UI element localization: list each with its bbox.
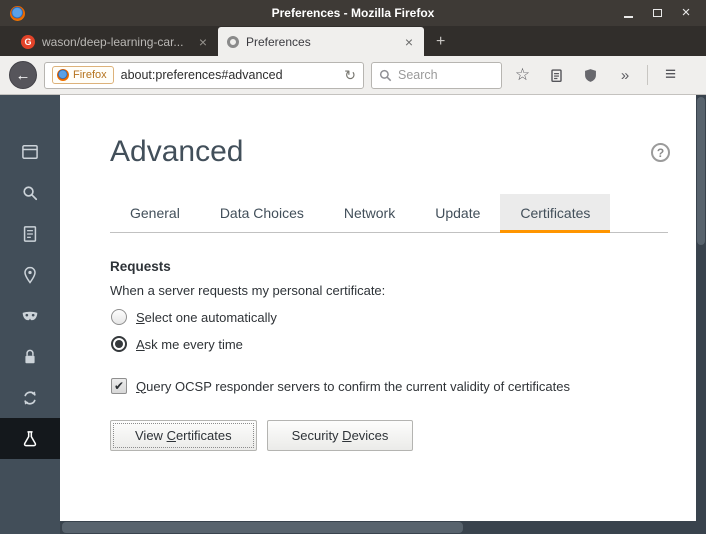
window-titlebar: Preferences - Mozilla Firefox × [0, 0, 706, 26]
preferences-content: Advanced ? General Data Choices Network … [60, 95, 706, 534]
bookmarks-list-icon[interactable] [543, 61, 570, 89]
page-title: Advanced [110, 135, 244, 168]
reload-icon[interactable]: ↻ [344, 67, 356, 84]
tab-data-choices[interactable]: Data Choices [200, 194, 324, 232]
sidebar-item-sync[interactable] [0, 377, 60, 418]
window-controls: × [622, 5, 696, 20]
radio-label[interactable]: Select one automatically [136, 310, 277, 325]
clipboard-icon [551, 68, 562, 82]
pin-icon [24, 266, 36, 284]
search-bar[interactable] [371, 61, 502, 89]
label-accesskey: Q [136, 378, 147, 394]
tab-close-icon[interactable]: × [197, 34, 209, 50]
horizontal-scrollbar-thumb[interactable] [62, 522, 463, 533]
sidebar-item-applications[interactable] [0, 254, 60, 295]
label-accesskey: A [136, 336, 145, 352]
tab-close-icon[interactable]: × [403, 34, 415, 50]
button-row: View Certificates Security Devices [110, 420, 668, 451]
window-title: Preferences - Mozilla Firefox [271, 6, 435, 20]
identity-badge[interactable]: Firefox [52, 66, 114, 84]
minimize-icon [623, 15, 633, 18]
browser-tab-preferences[interactable]: Preferences × [218, 27, 424, 56]
radio-button-ask-every-time[interactable] [111, 336, 127, 352]
radio-row-select-automatically[interactable]: Select one automatically [111, 309, 668, 325]
sidebar-item-advanced[interactable] [0, 418, 60, 459]
label-accesskey: C [166, 428, 176, 443]
section-title: Requests [110, 259, 171, 274]
tab-title: wason/deep-learning-car... [42, 34, 184, 49]
tab-update[interactable]: Update [415, 194, 500, 232]
bookmark-star-icon[interactable]: ☆ [509, 61, 536, 89]
label-part: View [135, 428, 167, 443]
maximize-button[interactable] [651, 6, 663, 20]
hamburger-menu-icon[interactable]: ≡ [657, 61, 684, 89]
tab-title: Preferences [246, 34, 311, 49]
label-part: Security [291, 428, 343, 443]
search-category-icon [23, 185, 38, 200]
close-button[interactable]: × [680, 5, 692, 20]
url-input[interactable] [120, 68, 338, 82]
ocsp-checkbox-row[interactable]: ✔ Query OCSP responder servers to confir… [111, 378, 668, 394]
gear-favicon-icon [227, 35, 239, 48]
navigation-toolbar: ← Firefox ↻ ☆ » ≡ [0, 56, 706, 95]
label-part: evices [351, 428, 389, 443]
sync-icon [24, 390, 36, 405]
toolbar-separator [647, 65, 648, 85]
firefox-logo-icon [10, 5, 25, 21]
url-bar[interactable]: Firefox ↻ [44, 61, 364, 89]
sidebar-item-security[interactable] [0, 336, 60, 377]
radio-label[interactable]: Ask me every time [136, 337, 243, 352]
shield-icon[interactable] [577, 61, 604, 89]
vertical-scrollbar-thumb[interactable] [697, 97, 705, 245]
label-part: elect one automatically [144, 309, 277, 325]
tab-general[interactable]: General [110, 194, 200, 232]
general-icon [22, 144, 38, 159]
tab-certificates[interactable]: Certificates [500, 194, 611, 233]
checkbox-label[interactable]: Query OCSP responder servers to confirm … [136, 379, 570, 394]
label-accesskey: D [342, 428, 352, 443]
maximize-icon [652, 9, 662, 17]
document-icon [23, 225, 37, 242]
firefox-badge-icon [57, 69, 69, 81]
main-area: Advanced ? General Data Choices Network … [0, 95, 706, 534]
minimize-button[interactable] [622, 6, 634, 20]
sidebar-item-search[interactable] [0, 172, 60, 213]
label-part: uery OCSP responder servers to confirm t… [146, 378, 570, 394]
horizontal-scrollbar[interactable] [60, 521, 706, 534]
certificate-request-label: When a server requests my personal certi… [110, 283, 386, 298]
view-certificates-button[interactable]: View Certificates [110, 420, 257, 451]
label-part: ertificates [175, 428, 232, 443]
shield-glyph [585, 68, 596, 82]
sidebar-item-general[interactable] [0, 131, 60, 172]
ocsp-checkbox[interactable]: ✔ [111, 378, 127, 394]
radio-row-ask-every-time[interactable]: Ask me every time [111, 336, 668, 352]
mask-icon [22, 311, 38, 320]
help-icon[interactable]: ? [651, 143, 670, 162]
category-sidebar [0, 95, 60, 534]
label-part: sk me every time [144, 336, 243, 352]
tab-network[interactable]: Network [324, 194, 415, 232]
sidebar-item-privacy[interactable] [0, 295, 60, 336]
label-accesskey: S [136, 309, 145, 325]
search-icon [379, 69, 392, 81]
back-button[interactable]: ← [9, 61, 37, 89]
overflow-chevrons-icon[interactable]: » [611, 61, 638, 89]
site-favicon-icon: G [21, 34, 35, 49]
new-tab-button[interactable]: + [424, 27, 457, 56]
browser-tab-bar: G wason/deep-learning-car... × Preferenc… [0, 26, 706, 56]
identity-label: Firefox [73, 69, 107, 81]
sidebar-item-content[interactable] [0, 213, 60, 254]
browser-tab-repo[interactable]: G wason/deep-learning-car... × [12, 27, 218, 56]
advanced-tab-strip: General Data Choices Network Update Cert… [110, 194, 668, 233]
search-input[interactable] [398, 68, 494, 82]
vertical-scrollbar[interactable] [696, 95, 706, 521]
flask-icon [23, 430, 37, 446]
radio-button-select-automatically[interactable] [111, 309, 127, 325]
security-devices-button[interactable]: Security Devices [266, 420, 414, 451]
lock-icon [25, 349, 35, 363]
